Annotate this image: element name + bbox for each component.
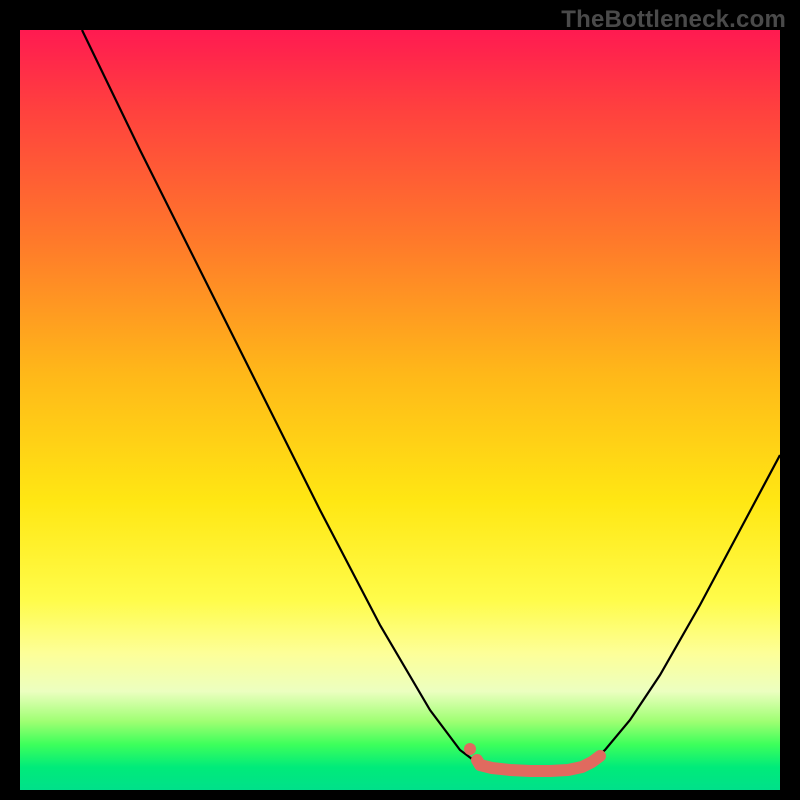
plot-area	[20, 30, 780, 790]
curve-layer	[20, 30, 780, 790]
bottleneck-curve	[82, 30, 780, 771]
chart-container: TheBottleneck.com	[0, 0, 800, 800]
highlight-ridge	[477, 756, 600, 771]
highlight-dot	[464, 743, 476, 755]
